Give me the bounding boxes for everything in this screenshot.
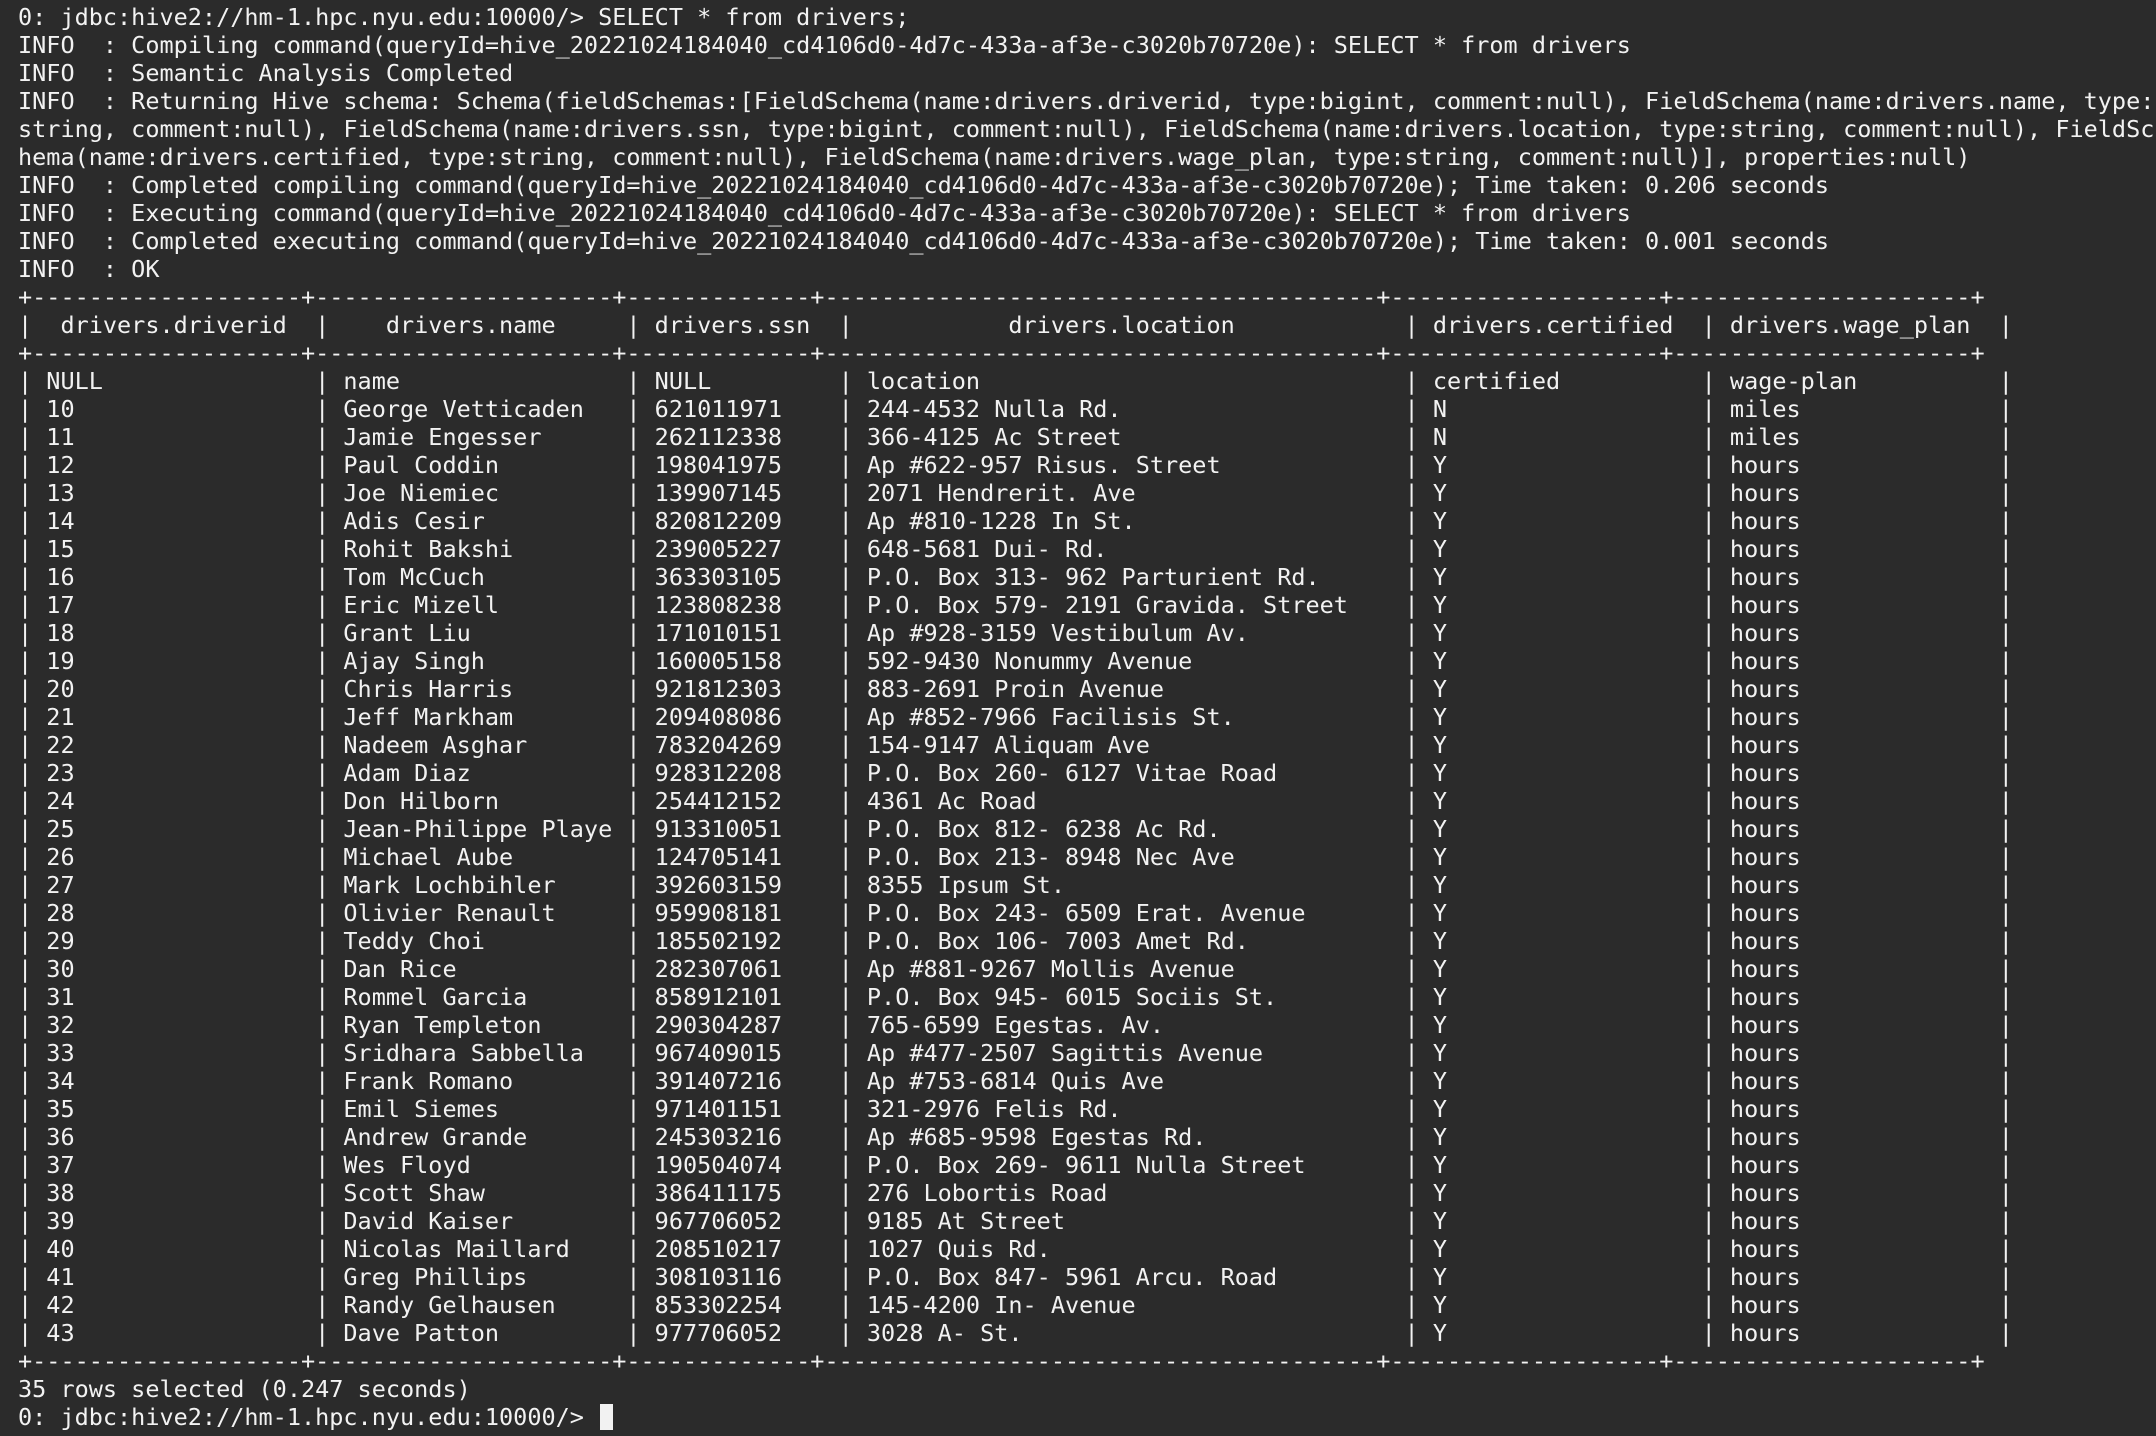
- table-row: | 24 | Don Hilborn | 254412152 | 4361 Ac…: [18, 787, 2013, 815]
- table-row: | 14 | Adis Cesir | 820812209 | Ap #810-…: [18, 507, 2013, 535]
- command-line: 0: jdbc:hive2://hm-1.hpc.nyu.edu:10000/>…: [18, 3, 2156, 31]
- table-row: | 41 | Greg Phillips | 308103116 | P.O. …: [18, 1263, 2013, 1291]
- table-body: | NULL | name | NULL | location | certif…: [18, 367, 2156, 1347]
- table-row: | 10 | George Vetticaden | 621011971 | 2…: [18, 395, 2013, 423]
- table-row: | 22 | Nadeem Asghar | 783204269 | 154-9…: [18, 731, 2013, 759]
- table-row: | 31 | Rommel Garcia | 858912101 | P.O. …: [18, 983, 2013, 1011]
- table-row: | 34 | Frank Romano | 391407216 | Ap #75…: [18, 1067, 2013, 1095]
- result-table: +-------------------+-------------------…: [18, 283, 2156, 1375]
- log-line: INFO : Completed compiling command(query…: [18, 171, 1829, 199]
- log-line: INFO : Executing command(queryId=hive_20…: [18, 199, 1631, 227]
- table-row: | 29 | Teddy Choi | 185502192 | P.O. Box…: [18, 927, 2013, 955]
- table-row: | 12 | Paul Coddin | 198041975 | Ap #622…: [18, 451, 2013, 479]
- table-row: | 38 | Scott Shaw | 386411175 | 276 Lobo…: [18, 1179, 2013, 1207]
- table-row: | 36 | Andrew Grande | 245303216 | Ap #6…: [18, 1123, 2013, 1151]
- table-row: | 17 | Eric Mizell | 123808238 | P.O. Bo…: [18, 591, 2013, 619]
- prompt: 0: jdbc:hive2://hm-1.hpc.nyu.edu:10000/>: [18, 3, 584, 31]
- log-output: INFO : Compiling command(queryId=hive_20…: [18, 31, 2156, 283]
- table-row: | 40 | Nicolas Maillard | 208510217 | 10…: [18, 1235, 2013, 1263]
- command-text: SELECT * from drivers;: [598, 3, 910, 31]
- terminal-window[interactable]: 0: jdbc:hive2://hm-1.hpc.nyu.edu:10000/>…: [0, 0, 2156, 1436]
- log-line: INFO : Compiling command(queryId=hive_20…: [18, 31, 1631, 59]
- table-row: | 15 | Rohit Bakshi | 239005227 | 648-56…: [18, 535, 2013, 563]
- table-row: | 11 | Jamie Engesser | 262112338 | 366-…: [18, 423, 2013, 451]
- log-line: hema(name:drivers.certified, type:string…: [18, 143, 1971, 171]
- table-row: | 26 | Michael Aube | 124705141 | P.O. B…: [18, 843, 2013, 871]
- table-row: | 18 | Grant Liu | 171010151 | Ap #928-3…: [18, 619, 2013, 647]
- cursor: [600, 1404, 614, 1430]
- table-row: | 27 | Mark Lochbihler | 392603159 | 835…: [18, 871, 2013, 899]
- table-row: | 28 | Olivier Renault | 959908181 | P.O…: [18, 899, 2013, 927]
- table-row: | 23 | Adam Diaz | 928312208 | P.O. Box …: [18, 759, 2013, 787]
- log-line: INFO : OK: [18, 255, 160, 283]
- table-row: | 35 | Emil Siemes | 971401151 | 321-297…: [18, 1095, 2013, 1123]
- table-row: | 32 | Ryan Templeton | 290304287 | 765-…: [18, 1011, 2013, 1039]
- table-row: | 21 | Jeff Markham | 209408086 | Ap #85…: [18, 703, 2013, 731]
- table-row: | 33 | Sridhara Sabbella | 967409015 | A…: [18, 1039, 2013, 1067]
- log-line: INFO : Completed executing command(query…: [18, 227, 1829, 255]
- table-row: | 13 | Joe Niemiec | 139907145 | 2071 He…: [18, 479, 2013, 507]
- table-row: | 19 | Ajay Singh | 160005158 | 592-9430…: [18, 647, 2013, 675]
- table-row: | 30 | Dan Rice | 282307061 | Ap #881-92…: [18, 955, 2013, 983]
- table-row: | 42 | Randy Gelhausen | 853302254 | 145…: [18, 1291, 2013, 1319]
- table-border: +-------------------+-------------------…: [18, 339, 1985, 367]
- table-row: | 25 | Jean-Philippe Playe | 913310051 |…: [18, 815, 2013, 843]
- log-line: string, comment:null), FieldSchema(name:…: [18, 115, 2155, 143]
- prompt: 0: jdbc:hive2://hm-1.hpc.nyu.edu:10000/>: [18, 1403, 599, 1431]
- table-border: +-------------------+-------------------…: [18, 1347, 1985, 1375]
- input-line[interactable]: 0: jdbc:hive2://hm-1.hpc.nyu.edu:10000/>: [18, 1403, 2156, 1431]
- table-row: | 16 | Tom McCuch | 363303105 | P.O. Box…: [18, 563, 2013, 591]
- table-row: | 43 | Dave Patton | 977706052 | 3028 A-…: [18, 1319, 2013, 1347]
- log-line: INFO : Semantic Analysis Completed: [18, 59, 514, 87]
- log-line: INFO : Returning Hive schema: Schema(fie…: [18, 87, 2155, 115]
- table-border: +-------------------+-------------------…: [18, 283, 1985, 311]
- summary-line: 35 rows selected (0.247 seconds): [18, 1375, 471, 1403]
- table-row: | 37 | Wes Floyd | 190504074 | P.O. Box …: [18, 1151, 2013, 1179]
- table-header: | drivers.driverid | drivers.name | driv…: [18, 311, 2013, 339]
- table-row: | NULL | name | NULL | location | certif…: [18, 367, 2013, 395]
- table-row: | 20 | Chris Harris | 921812303 | 883-26…: [18, 675, 2013, 703]
- table-row: | 39 | David Kaiser | 967706052 | 9185 A…: [18, 1207, 2013, 1235]
